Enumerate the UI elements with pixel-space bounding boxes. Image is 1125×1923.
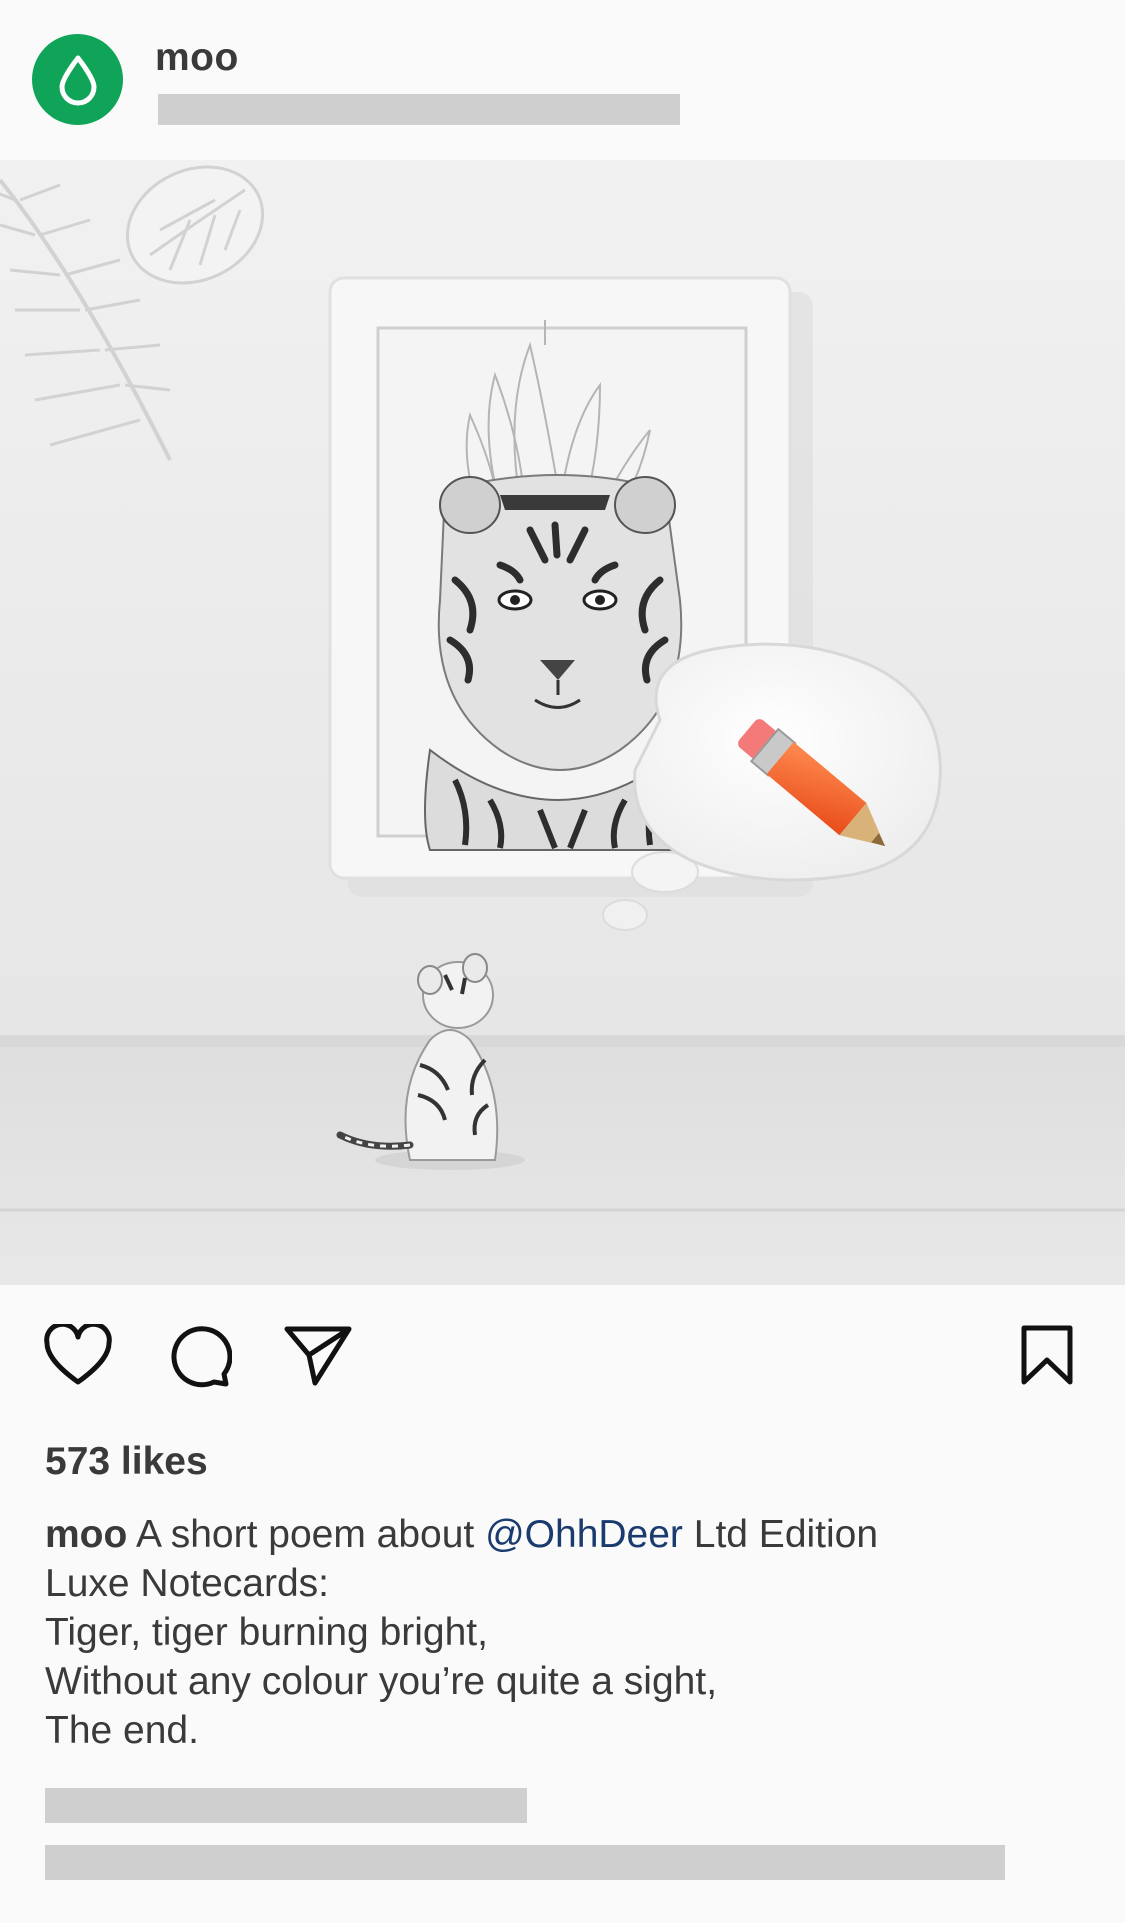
post-image[interactable] xyxy=(0,160,1125,1285)
post-caption: moo A short poem about @OhhDeer Ltd Edit… xyxy=(45,1510,1085,1755)
post-header: moo xyxy=(0,0,1125,160)
timestamp-placeholder xyxy=(45,1845,1005,1880)
heart-icon xyxy=(44,1324,112,1385)
header-subtitle-placeholder xyxy=(158,94,680,125)
caption-line: Luxe Notecards: xyxy=(45,1562,329,1605)
paper-plane-icon xyxy=(284,1326,352,1386)
share-button[interactable] xyxy=(282,1320,354,1392)
comments-placeholder xyxy=(45,1788,527,1823)
caption-line: Tiger, tiger burning bright, xyxy=(45,1611,488,1654)
save-button[interactable] xyxy=(1011,1320,1083,1392)
avatar[interactable] xyxy=(32,34,123,125)
comment-button[interactable] xyxy=(162,1320,234,1392)
caption-line: Without any colour you’re quite a sight, xyxy=(45,1660,718,1703)
caption-username[interactable]: moo xyxy=(45,1513,127,1556)
drop-icon xyxy=(59,55,96,105)
likes-count[interactable]: 573 likes xyxy=(45,1440,208,1484)
caption-line: The end. xyxy=(45,1709,199,1752)
caption-mention[interactable]: @OhhDeer xyxy=(485,1513,683,1556)
header-username[interactable]: moo xyxy=(155,36,239,80)
caption-text-end: Ltd Edition xyxy=(682,1513,879,1556)
caption-text-start: A short poem about xyxy=(136,1513,486,1556)
like-button[interactable] xyxy=(42,1320,114,1392)
comment-icon xyxy=(171,1326,232,1388)
bookmark-icon xyxy=(1021,1325,1073,1385)
caption-first-line: moo A short poem about @OhhDeer Ltd Edit… xyxy=(45,1510,1085,1559)
